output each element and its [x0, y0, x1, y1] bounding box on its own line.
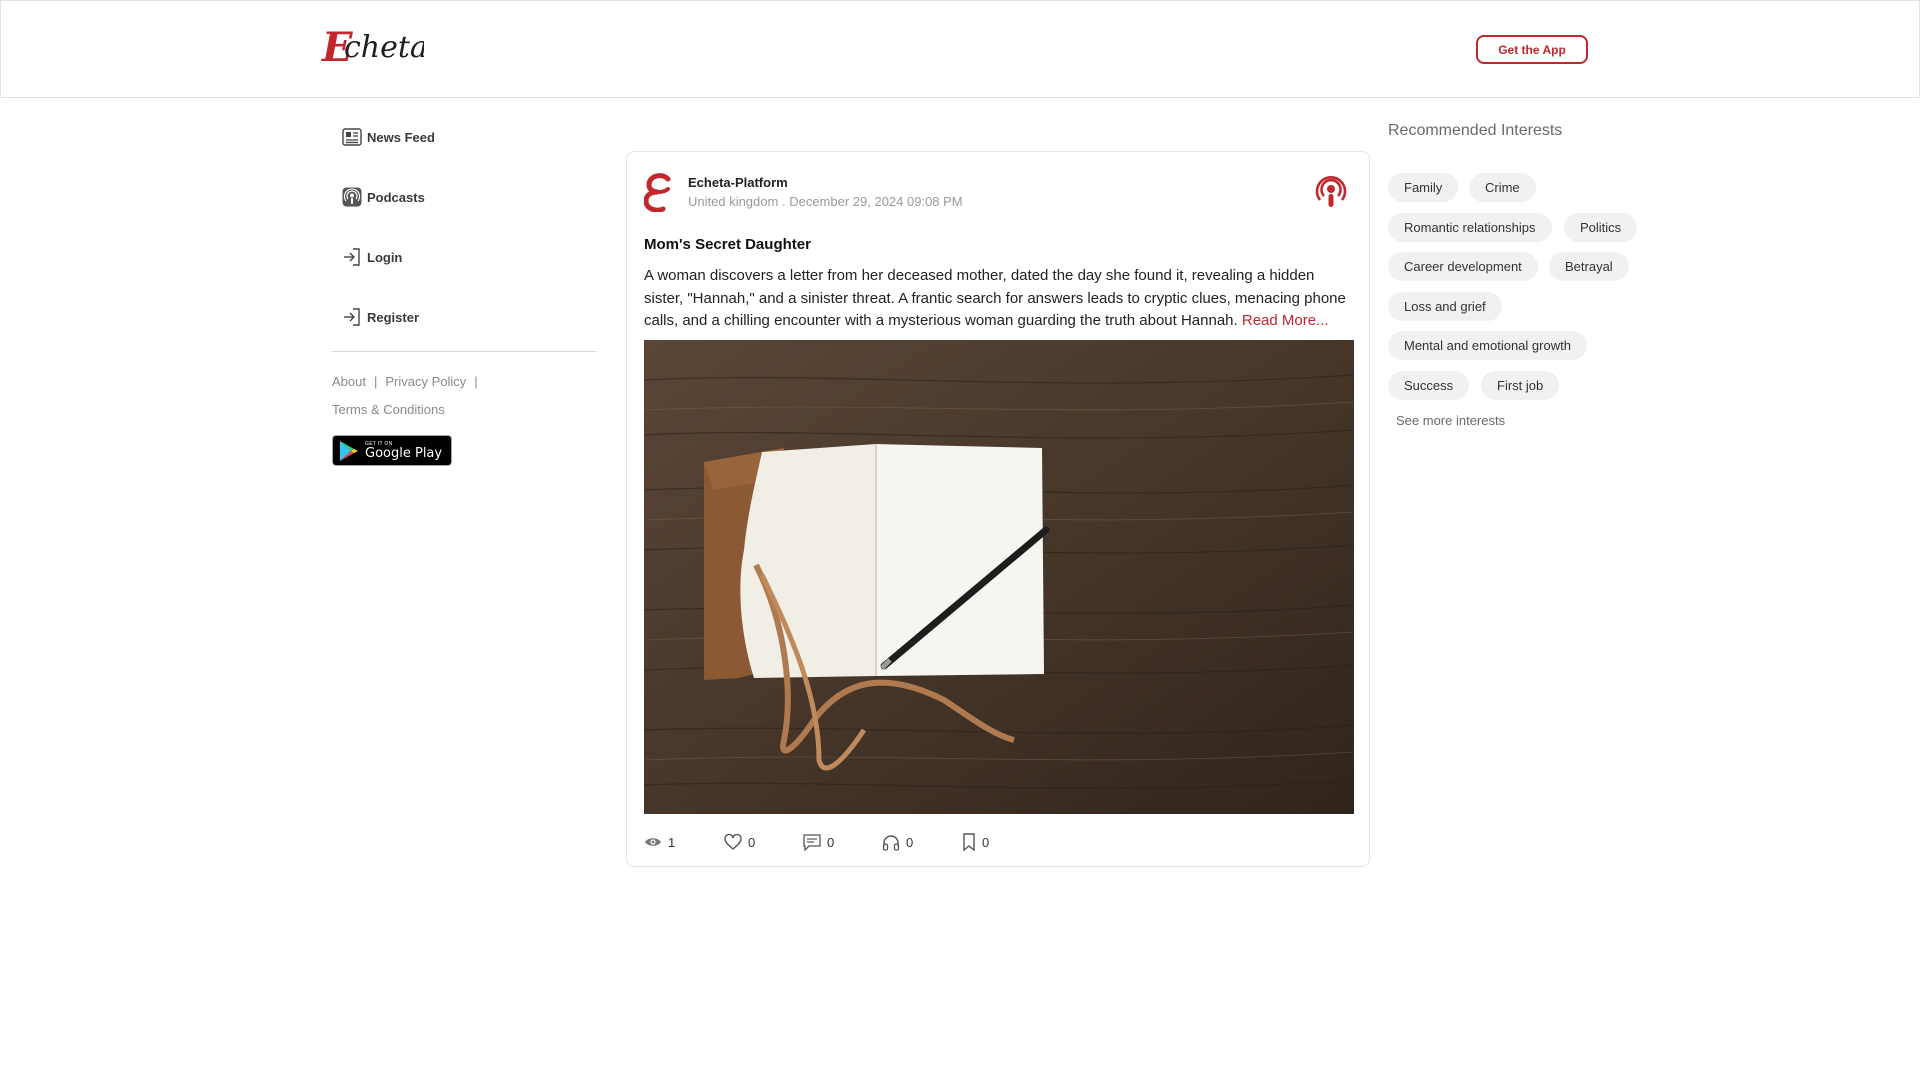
bookmarks-count: 0: [982, 834, 990, 850]
sidebar-item-podcasts[interactable]: Podcasts: [342, 182, 425, 212]
headphones-icon: [882, 834, 900, 851]
interest-chip[interactable]: Betrayal: [1549, 252, 1629, 281]
register-icon: [342, 307, 362, 327]
interest-chip[interactable]: Family: [1388, 173, 1459, 202]
post-location: United kingdom: [688, 194, 779, 209]
bookmark-icon: [963, 833, 975, 851]
login-icon: [342, 247, 362, 267]
sidebar-item-login[interactable]: Login: [342, 242, 402, 272]
interest-chip[interactable]: Politics: [1564, 213, 1638, 242]
bookmark-button[interactable]: 0: [962, 830, 989, 854]
newspaper-icon: [342, 127, 362, 147]
sidebar-item-label: Podcasts: [367, 189, 425, 205]
listens-count: 0: [906, 834, 914, 850]
comments-count: 0: [827, 834, 835, 850]
terms-link[interactable]: Terms & Conditions: [332, 402, 445, 417]
footer-links: About | Privacy Policy | Terms & Conditions: [332, 368, 596, 424]
podcast-icon: [342, 187, 362, 207]
privacy-policy-link[interactable]: Privacy Policy: [385, 374, 466, 389]
google-play-badge[interactable]: GET IT ON Google Play: [332, 435, 452, 466]
post-author[interactable]: Echeta-Platform: [688, 175, 788, 190]
echeta-logo[interactable]: E cheta: [320, 27, 424, 71]
post-excerpt: A woman discovers a letter from her dece…: [644, 267, 1346, 329]
avatar[interactable]: [644, 172, 678, 212]
post-date: December 29, 2024 09:08 PM: [789, 194, 963, 209]
sidebar-item-label: News Feed: [367, 129, 435, 145]
post-title[interactable]: Mom's Secret Daughter: [644, 236, 811, 253]
see-more-interests-link[interactable]: See more interests: [1396, 413, 1505, 428]
likes-count: 0: [748, 834, 756, 850]
about-link[interactable]: About: [332, 374, 366, 389]
heart-icon: [724, 834, 742, 850]
read-more-link[interactable]: Read More...: [1242, 312, 1329, 329]
views-stat[interactable]: 1: [644, 830, 675, 854]
comment-icon: [803, 833, 821, 851]
like-button[interactable]: 0: [724, 830, 755, 854]
interest-chip[interactable]: Success: [1388, 371, 1470, 400]
listen-button[interactable]: 0: [882, 830, 913, 854]
top-header: E cheta Get the App: [0, 0, 1920, 98]
sidebar-item-news-feed[interactable]: News Feed: [342, 122, 435, 152]
post-body: A woman discovers a letter from her dece…: [644, 265, 1356, 333]
link-separator: |: [373, 374, 378, 389]
google-play-icon: [340, 440, 358, 461]
sidebar-item-label: Login: [367, 249, 403, 265]
svg-text:cheta: cheta: [344, 30, 424, 65]
interest-chip[interactable]: Loss and grief: [1388, 292, 1502, 321]
post-meta: United kingdom . December 29, 2024 09:08…: [688, 194, 963, 209]
sidebar-item-register[interactable]: Register: [342, 302, 419, 332]
get-the-app-button[interactable]: Get the App: [1476, 35, 1588, 64]
sidebar-divider: [332, 351, 596, 352]
google-play-big-text: Google Play: [365, 445, 443, 461]
interest-chip[interactable]: Crime: [1469, 173, 1536, 202]
post-image[interactable]: [644, 340, 1354, 814]
sidebar-item-label: Register: [367, 309, 420, 325]
interest-chip[interactable]: Mental and emotional growth: [1388, 331, 1587, 360]
eye-icon: [645, 838, 661, 846]
interest-chip[interactable]: Romantic relationships: [1388, 213, 1552, 242]
interest-chip[interactable]: First job: [1481, 371, 1560, 400]
interests-title: Recommended Interests: [1388, 122, 1563, 139]
interest-chip[interactable]: Career development: [1388, 252, 1538, 281]
comment-button[interactable]: 0: [803, 830, 834, 854]
link-separator: |: [474, 374, 478, 389]
views-count: 1: [668, 834, 676, 850]
meta-separator: .: [781, 194, 786, 209]
podcast-icon[interactable]: [1315, 174, 1347, 210]
post-actions: 1 0 0 0 0: [644, 830, 1354, 854]
post-card: Echeta-Platform United kingdom . Decembe…: [626, 151, 1370, 867]
notebook-pen-photo: [644, 340, 1354, 814]
